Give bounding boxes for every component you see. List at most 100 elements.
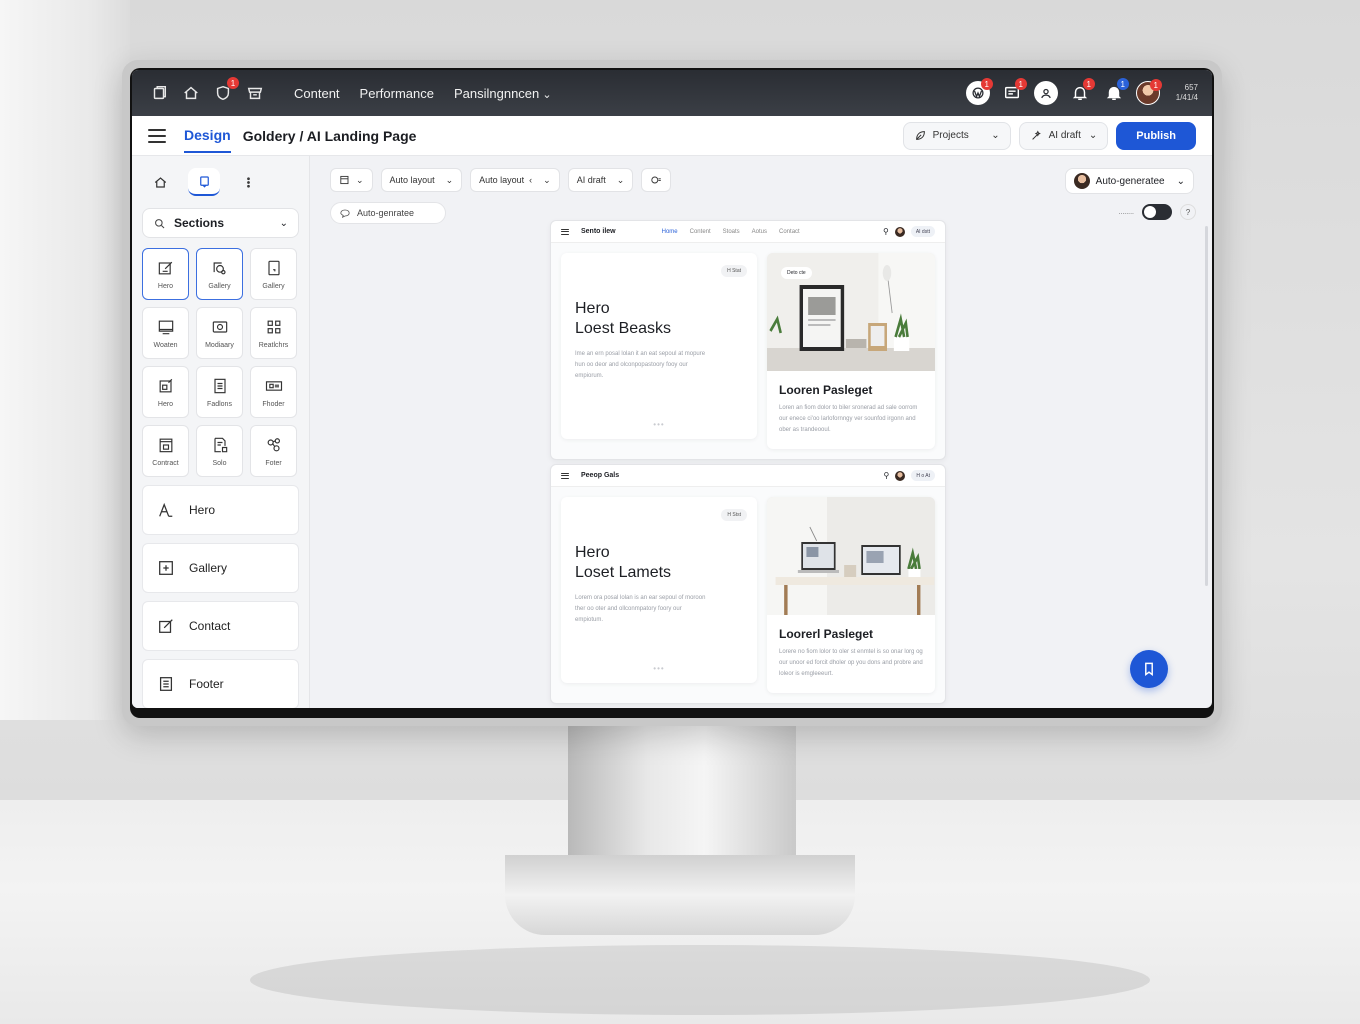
hero-heading: Hero Loset Lamets [575,543,743,583]
profile-avatar[interactable]: 1 [1135,79,1162,105]
badge: 1 [980,78,993,90]
scrollbar[interactable] [1205,226,1208,586]
projects-dropdown[interactable]: Projects ⌄ [902,121,1011,150]
monitor-bezel: 1 Content Performance Pansilngnncen 1 1 … [130,68,1214,718]
design-tab-icon[interactable] [188,168,220,196]
tile-fadlons[interactable]: Fadlons [196,366,243,418]
auto-chip-label: Auto-genratee [357,208,415,218]
gallery-search-icon [213,262,226,275]
home-tab-icon[interactable] [144,168,176,196]
tile-gallery[interactable]: Gallery [196,248,243,300]
user-icon[interactable] [1033,81,1058,105]
nav-content[interactable]: Content [294,86,340,101]
chevron-down-icon: ⌄ [445,174,454,185]
search-icon[interactable]: ⚲ [884,471,890,480]
auto-layout-dropdown[interactable]: Auto layout ⌄ [380,168,463,192]
preview-tools: ⚲ AI dstt [883,226,935,237]
bookmark-fab[interactable] [1130,650,1168,688]
list-label: Contact [189,619,231,633]
chevron-down-icon: ⌄ [279,217,288,229]
tile-reatlchrs[interactable]: Reatlchrs [250,307,297,359]
store-icon[interactable] [242,80,268,106]
tab-design[interactable]: Design [184,127,231,153]
copy-icon[interactable] [146,80,172,106]
tile-contract[interactable]: Contract [142,425,189,477]
hero-heading-line: Loset Lamets [575,564,672,581]
tile-woaten[interactable]: Woaten [142,307,189,359]
tile-fhoder[interactable]: Fhoder [250,366,297,418]
messages-icon[interactable]: 1 [1000,78,1027,105]
tile-modiaary[interactable]: Modiaary [196,307,243,359]
nav-performance[interactable]: Performance [360,86,434,101]
preview-card-1[interactable]: Sento ilew Home Content Stoats Aotus Con… [550,220,946,460]
nav-dropdown[interactable]: Pansilngnncen [454,86,552,101]
sections-dropdown[interactable]: Sections ⌄ [142,208,299,238]
auto-layout-dropdown-2[interactable]: Auto layout ‹ ⌄ [470,168,560,192]
search-icon[interactable]: ⚲ [883,227,889,236]
preview-link[interactable]: Contact [779,229,800,235]
bell-active-icon[interactable]: 1 [1102,78,1129,105]
wordpress-icon[interactable]: 1 [965,78,993,105]
ai-draft-dropdown[interactable]: AI draft ⌄ [1018,121,1109,150]
tile-label: Solo [212,460,227,467]
publish-button[interactable]: Publish [1116,121,1196,150]
leaf-icon [915,131,925,140]
tile-hero-2[interactable]: Hero [142,366,189,418]
auto-generate-label: Auto-generatee [1095,175,1165,187]
tile-label: Contract [152,460,179,467]
tile-solo[interactable]: Solo [196,425,243,477]
hero-heading-line: Hero [575,544,610,561]
tile-gallery-2[interactable]: Gallery [250,248,297,300]
auto-generate-dropdown[interactable]: Auto-generatee ⌄ [1064,168,1194,194]
preview-card-2[interactable]: Peeop Gals ⚲ H o At H Stst Hero Loset Lam… [550,464,946,704]
preview-link[interactable]: Stoats [723,229,740,235]
search-icon [155,218,165,228]
preview-pill[interactable]: H o At [911,470,935,481]
preview-link[interactable]: Aotus [752,229,767,235]
preview-pill[interactable]: AI dstt [910,226,935,237]
ai-draft-toolbar-dropdown[interactable]: AI draft ⌄ [567,168,634,192]
image-edit-icon [159,378,172,393]
list-item-contact[interactable]: Contact [142,601,299,651]
chat-settings-button[interactable] [641,168,672,192]
layout-icon [340,175,349,185]
clock-time: 657 [1184,83,1198,92]
more-icon[interactable] [232,168,264,196]
tablet-icon [267,260,280,276]
shield-icon[interactable]: 1 [210,77,239,106]
hero-heading-line: Loest Beasks [575,320,672,337]
home-icon[interactable] [178,80,204,106]
contract-icon [159,438,172,453]
preview-toggle[interactable] [1142,204,1172,220]
preview-nav: Sento ilew Home Content Stoats Aotus Con… [551,221,945,243]
bell-icon[interactable]: 1 [1068,78,1095,105]
screen: 1 Content Performance Pansilngnncen 1 1 … [132,70,1212,708]
edit-icon [158,261,172,275]
form-icon [213,437,227,453]
tile-hero[interactable]: Hero [142,248,189,300]
menu-icon[interactable] [148,128,166,143]
toggle-row: ........ ? [1118,204,1196,220]
chevron-left-icon: ‹ [529,175,533,185]
notification-badge: 1 [227,77,239,89]
list-item-footer[interactable]: Footer [142,659,299,708]
ai-draft-label: AI draft [1048,130,1081,141]
hero-block: H Stat Hero Loest Beasks Ime an ern posal… [561,253,757,439]
auto-layout-label: Auto layout [389,175,435,185]
menu-icon[interactable] [561,228,569,235]
preview-link[interactable]: Content [690,229,711,235]
card-title: Loorerl Pasleget [779,627,874,641]
layout-icon-button[interactable]: ⌄ [330,168,373,192]
help-icon[interactable]: ? [1180,204,1196,220]
tile-foter[interactable]: Foter [250,425,297,477]
preview-link[interactable]: Home [662,229,678,235]
topbar-actions: 1 1 1 1 1 657 1/41/4 [965,78,1198,105]
menu-icon[interactable] [561,472,569,479]
chevron-down-icon: ⌄ [356,174,364,185]
clock: 657 1/41/4 [1176,83,1198,103]
ai-draft-toolbar-label: AI draft [576,175,606,185]
list-item-gallery[interactable]: Gallery [142,543,299,593]
list-item-hero[interactable]: Hero [142,485,299,535]
auto-generate-chip[interactable]: Auto-genratee [330,202,446,224]
feature-card: Loorerl Pasleget Lorere no fiom lolor to… [767,497,935,693]
